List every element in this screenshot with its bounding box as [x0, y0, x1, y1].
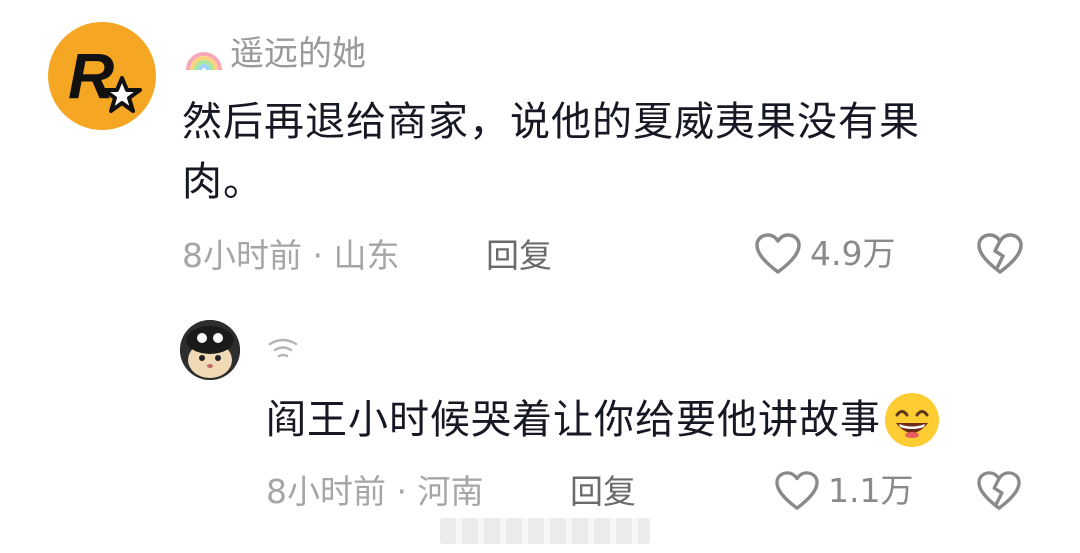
comment-text-line: 肉。 [182, 159, 264, 205]
username-row[interactable]: 遥远的她 [184, 34, 366, 74]
heart-outline-icon [754, 232, 802, 276]
comment-text: 阎王小时候哭着让你给要他讲故事 [266, 390, 941, 450]
comment-meta: 8小时前 · 河南 [266, 472, 484, 511]
comment-text-line: 阎王小时候哭着让你给要他讲故事 [266, 397, 881, 443]
rainbow-icon [184, 36, 224, 72]
comment-meta: 8小时前 · 山东 [182, 236, 400, 275]
avatar[interactable] [180, 320, 240, 380]
wifi-icon [266, 336, 300, 362]
avatar[interactable]: R [48, 22, 156, 130]
like-count: 4.9万 [810, 234, 896, 273]
like-button[interactable]: 4.9万 [754, 232, 895, 276]
broken-heart-icon[interactable] [976, 470, 1022, 512]
reply-button[interactable]: 回复 [570, 472, 636, 512]
heart-outline-icon [774, 470, 820, 512]
reply-button[interactable]: 回复 [486, 236, 552, 276]
like-button[interactable]: 1.1万 [774, 470, 913, 512]
broken-heart-icon[interactable] [976, 232, 1024, 276]
like-count: 1.1万 [828, 471, 914, 510]
svg-text:R: R [68, 40, 114, 112]
comment-text-line: 然后再退给商家，说他的夏威夷果没有果 [182, 99, 920, 145]
cat-avatar-icon [180, 320, 240, 380]
rockstar-logo-icon: R [68, 40, 142, 113]
watermark [440, 518, 650, 544]
comment-text: 然后再退给商家，说他的夏威夷果没有果 肉。 [182, 92, 1042, 212]
username: 遥远的她 [230, 34, 366, 74]
grinning-face-emoji-icon [883, 391, 941, 449]
